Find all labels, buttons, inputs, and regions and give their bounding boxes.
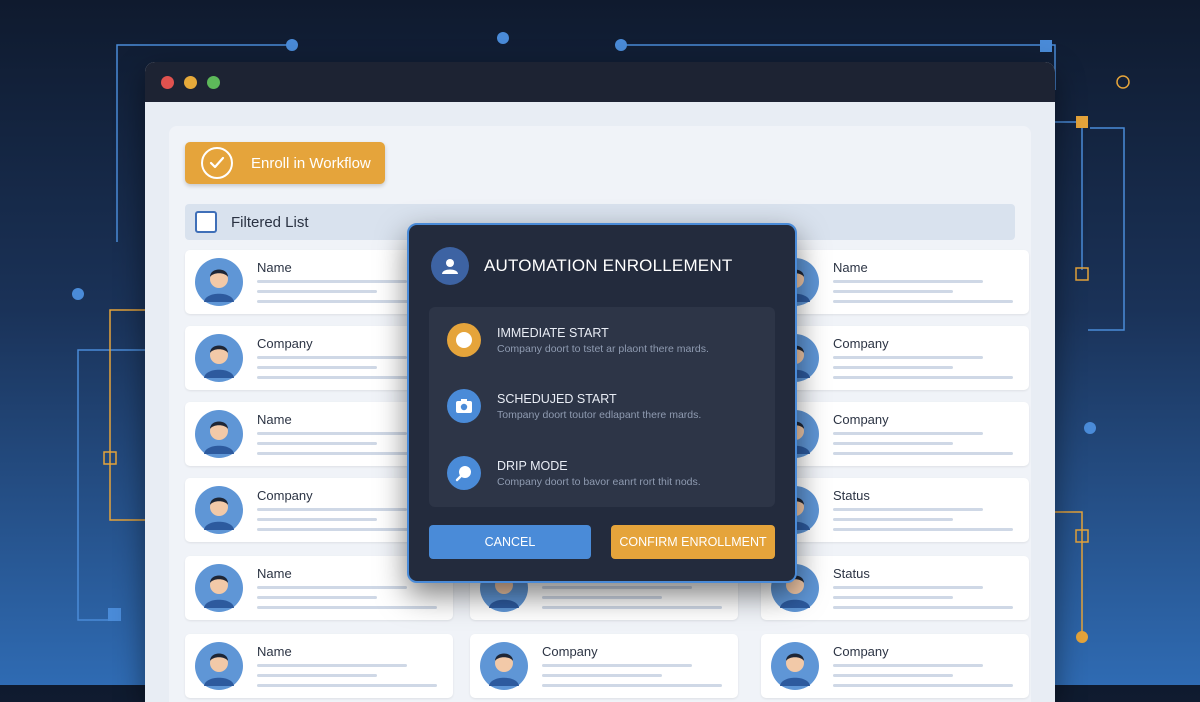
placeholder-line — [833, 300, 1013, 303]
list-item-label: Company — [833, 644, 889, 659]
list-item[interactable]: Status — [761, 556, 1029, 620]
option-scheduled-start[interactable]: SCHEDUJED START Tompany doort toutor edl… — [447, 389, 767, 439]
list-item-label: Company — [542, 644, 598, 659]
placeholder-line — [542, 586, 692, 589]
avatar — [195, 410, 243, 458]
cancel-button[interactable]: CANCEL — [429, 525, 591, 559]
filter-label: Filtered List — [231, 213, 309, 231]
placeholder-line — [833, 376, 1013, 379]
window-titlebar — [145, 62, 1055, 102]
placeholder-line — [833, 684, 1013, 687]
list-item-label: Status — [833, 488, 870, 503]
avatar — [771, 642, 819, 690]
list-item-label: Name — [833, 260, 868, 275]
list-item-label: Company — [257, 336, 313, 351]
avatar — [195, 486, 243, 534]
option-drip-mode[interactable]: DRIP MODE Company doort to bavor eanrt r… — [447, 456, 767, 506]
list-item[interactable]: Name — [185, 634, 453, 698]
camera-icon — [447, 389, 481, 423]
minimize-dot[interactable] — [184, 75, 197, 89]
placeholder-line — [833, 452, 1013, 455]
placeholder-line — [833, 442, 953, 445]
option-desc: Tompany doort toutor edlapant there mard… — [497, 409, 702, 421]
list-item[interactable]: Company — [470, 634, 738, 698]
list-item-label: Company — [833, 336, 889, 351]
list-item-label: Name — [257, 412, 292, 427]
placeholder-line — [257, 442, 377, 445]
placeholder-line — [833, 508, 983, 511]
option-title: IMMEDIATE START — [497, 326, 609, 340]
placeholder-line — [833, 606, 1013, 609]
maximize-dot[interactable] — [207, 75, 220, 89]
placeholder-line — [833, 356, 983, 359]
list-item[interactable]: Company — [761, 402, 1029, 466]
placeholder-line — [542, 606, 722, 609]
enroll-workflow-button[interactable]: Enroll in Workflow — [185, 142, 385, 184]
option-immediate-start[interactable]: IMMEDIATE START Company doort to tstet a… — [447, 323, 767, 373]
option-desc: Company doort to bavor eanrt rort thit n… — [497, 476, 701, 488]
placeholder-line — [833, 596, 953, 599]
placeholder-line — [833, 518, 953, 521]
placeholder-line — [833, 664, 983, 667]
placeholder-line — [833, 366, 953, 369]
select-all-checkbox[interactable] — [195, 211, 217, 233]
placeholder-line — [542, 674, 662, 677]
list-item-label: Name — [257, 644, 292, 659]
placeholder-line — [833, 528, 1013, 531]
user-icon — [431, 247, 469, 285]
avatar — [480, 642, 528, 690]
modal-header: AUTOMATION ENROLLEMENT — [431, 247, 732, 285]
placeholder-line — [257, 586, 407, 589]
placeholder-line — [542, 596, 662, 599]
modal-title: AUTOMATION ENROLLEMENT — [484, 256, 733, 275]
placeholder-line — [833, 674, 953, 677]
enrollment-options: IMMEDIATE START Company doort to tstet a… — [429, 307, 775, 507]
list-item-label: Name — [257, 260, 292, 275]
list-item[interactable]: Company — [761, 634, 1029, 698]
list-item[interactable]: Name — [761, 250, 1029, 314]
list-item-label: Status — [833, 566, 870, 581]
option-desc: Company doort to tstet ar plaont there m… — [497, 343, 709, 355]
check-circle-icon — [201, 147, 233, 179]
placeholder-line — [833, 280, 983, 283]
list-item-label: Company — [833, 412, 889, 427]
placeholder-line — [257, 518, 377, 521]
placeholder-line — [257, 432, 407, 435]
placeholder-line — [257, 280, 407, 283]
placeholder-line — [542, 684, 722, 687]
enrollment-modal: AUTOMATION ENROLLEMENT IMMEDIATE START C… — [407, 223, 797, 583]
avatar — [195, 642, 243, 690]
enroll-workflow-label: Enroll in Workflow — [251, 154, 371, 172]
list-item[interactable]: Status — [761, 478, 1029, 542]
list-item-label: Name — [257, 566, 292, 581]
placeholder-line — [257, 596, 377, 599]
confirm-enrollment-button[interactable]: CONFIRM ENROLLMENT — [611, 525, 775, 559]
avatar — [195, 258, 243, 306]
radio-selected-icon — [447, 323, 481, 357]
placeholder-line — [542, 664, 692, 667]
placeholder-line — [257, 684, 437, 687]
list-item[interactable]: Company — [761, 326, 1029, 390]
avatar — [195, 334, 243, 382]
placeholder-line — [257, 290, 377, 293]
avatar — [195, 564, 243, 612]
placeholder-line — [257, 606, 437, 609]
placeholder-line — [257, 366, 377, 369]
placeholder-line — [833, 432, 983, 435]
option-title: SCHEDUJED START — [497, 392, 617, 406]
placeholder-line — [833, 290, 953, 293]
placeholder-line — [257, 508, 407, 511]
placeholder-line — [257, 356, 407, 359]
placeholder-line — [257, 674, 377, 677]
option-title: DRIP MODE — [497, 459, 568, 473]
close-dot[interactable] — [161, 75, 174, 89]
placeholder-line — [257, 664, 407, 667]
list-item-label: Company — [257, 488, 313, 503]
placeholder-line — [833, 586, 983, 589]
drip-icon — [447, 456, 481, 490]
